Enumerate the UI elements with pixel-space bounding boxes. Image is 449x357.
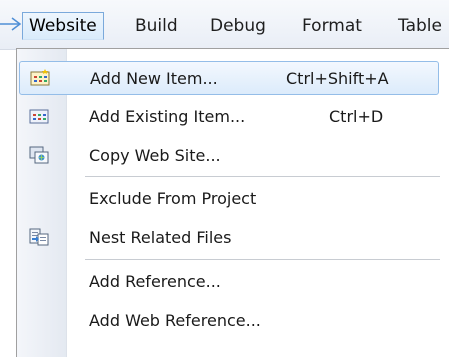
menu-item-shortcut: Ctrl+D bbox=[329, 107, 384, 126]
menu-build[interactable]: Build bbox=[129, 12, 184, 40]
add-existing-item-icon bbox=[29, 109, 49, 124]
menu-item-label: Copy Web Site... bbox=[89, 146, 221, 165]
menu-item-label: Add Existing Item... bbox=[89, 107, 246, 126]
menu-item-label: Add Web Reference... bbox=[89, 311, 261, 330]
menu-item-shortcut: Ctrl+Shift+A bbox=[286, 69, 389, 88]
menu-item-label: Add New Item... bbox=[90, 69, 218, 88]
menu-item-nest-related-files[interactable]: Nest Related Files bbox=[19, 221, 439, 255]
add-new-item-icon bbox=[30, 69, 50, 86]
copy-web-site-icon bbox=[29, 146, 49, 164]
pointer-arrow-icon bbox=[0, 17, 22, 31]
menu-website[interactable]: Website bbox=[22, 12, 104, 40]
screenshot-root: Website Build Debug Format Table Add New… bbox=[0, 0, 449, 357]
nest-related-files-icon bbox=[29, 228, 49, 246]
menu-separator bbox=[85, 259, 440, 261]
menu-item-copy-web-site[interactable]: Copy Web Site... bbox=[19, 139, 439, 173]
menu-item-add-existing-item[interactable]: Add Existing Item... Ctrl+D bbox=[19, 100, 439, 134]
menu-item-add-new-item[interactable]: Add New Item... Ctrl+Shift+A bbox=[19, 61, 439, 95]
menu-item-label: Exclude From Project bbox=[89, 189, 257, 208]
menu-table[interactable]: Table bbox=[392, 12, 448, 40]
menu-separator bbox=[85, 176, 440, 178]
menu-item-label: Nest Related Files bbox=[89, 228, 232, 247]
menu-format[interactable]: Format bbox=[296, 12, 368, 40]
menu-item-label: Add Reference... bbox=[89, 272, 221, 291]
menu-bar: Website Build Debug Format Table bbox=[0, 0, 449, 50]
menu-item-add-reference[interactable]: Add Reference... bbox=[19, 265, 439, 299]
website-dropdown-menu: Add New Item... Ctrl+Shift+A Add Existin… bbox=[16, 48, 449, 357]
menu-item-exclude-from-project[interactable]: Exclude From Project bbox=[19, 182, 439, 216]
menu-item-add-web-reference[interactable]: Add Web Reference... bbox=[19, 304, 439, 338]
menu-debug[interactable]: Debug bbox=[204, 12, 272, 40]
